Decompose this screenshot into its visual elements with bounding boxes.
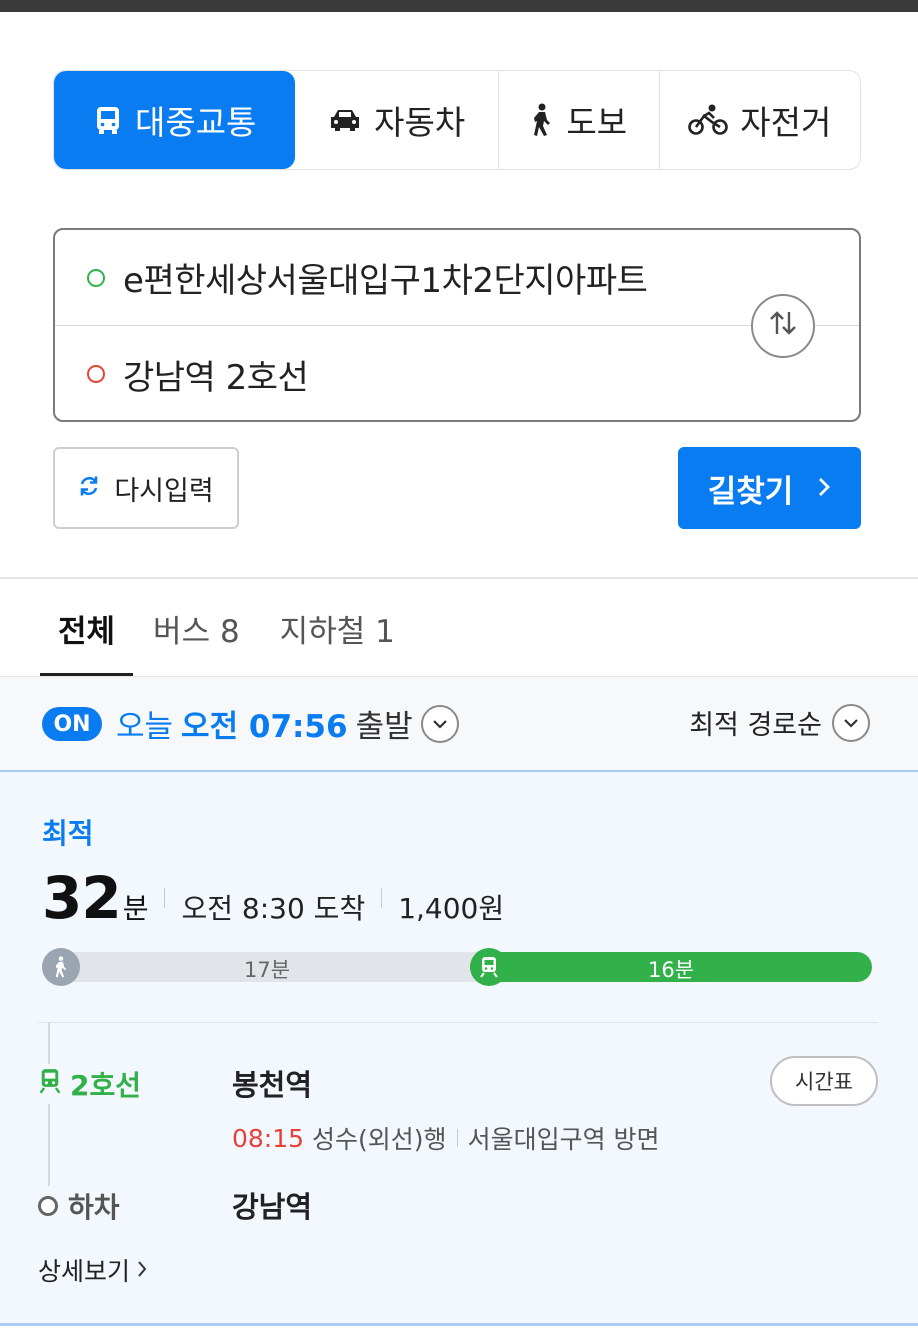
start-location: e편한세상서울대입구1차2단지아파트 — [123, 261, 648, 301]
walk-segment: 17분 — [42, 952, 492, 982]
departure-suffix: 출발 — [355, 709, 413, 745]
detail-label: 상세보기 — [38, 1257, 131, 1286]
separator — [456, 1129, 458, 1147]
separator — [164, 888, 166, 908]
route-input-box: e편한세상서울대입구1차2단지아파트 강남역 2호선 — [53, 228, 861, 422]
subway-duration: 16분 — [647, 958, 695, 982]
find-route-button[interactable]: 길찾기 — [678, 447, 861, 529]
reset-button[interactable]: 다시입력 — [53, 447, 239, 529]
train-towards: 서울대입구역 방면 — [467, 1125, 660, 1154]
tab-label: 대중교통 — [134, 103, 257, 142]
section-divider — [0, 577, 918, 579]
line-name: 2호선 — [70, 1069, 142, 1102]
tab-all[interactable]: 전체 — [40, 598, 134, 676]
departure-filter-bar: ON 오늘 오전 07:56 출발 최적 경로순 — [0, 676, 918, 770]
fare: 1,400원 — [398, 892, 505, 925]
sort-label: 최적 경로순 — [689, 710, 822, 741]
getoff-station: 강남역 — [232, 1190, 313, 1224]
subway-segment: 16분 — [470, 952, 872, 982]
arrival-time: 오전 8:30 도착 — [181, 892, 366, 925]
total-minutes: 32 — [42, 864, 122, 932]
card-divider — [38, 1022, 878, 1023]
tab-walk[interactable]: 도보 — [499, 71, 660, 169]
tab-car[interactable]: 자동차 — [295, 71, 499, 169]
walk-icon — [42, 948, 80, 986]
tab-subway[interactable]: 지하철 1 — [260, 598, 415, 676]
getoff-label-row: 하차 — [38, 1186, 120, 1226]
chevron-down-icon — [832, 703, 870, 742]
bicycle-icon — [688, 104, 729, 136]
best-route-badge: 최적 — [42, 817, 94, 850]
minutes-unit: 분 — [122, 892, 149, 925]
route-timeline: 17분 16분 — [42, 948, 872, 986]
chevron-down-icon — [420, 704, 459, 743]
destination-location: 강남역 2호선 — [123, 357, 309, 398]
walk-icon — [530, 103, 554, 137]
route-result-card[interactable]: 최적 32 분 오전 8:30 도착 1,400원 17분 16분 2호선 봉천… — [0, 770, 918, 1326]
tab-label: 자동차 — [374, 103, 466, 142]
departure-day: 오늘 — [116, 709, 174, 745]
next-train-info: 08:15 성수(외선)행 서울대입구역 방면 — [232, 1120, 660, 1156]
destination-marker-icon — [87, 365, 105, 383]
tab-public-transit[interactable]: 대중교통 — [54, 71, 296, 169]
subway-line-label: 2호선 — [38, 1064, 142, 1104]
tab-bicycle[interactable]: 자전거 — [660, 71, 860, 169]
on-badge: ON — [42, 707, 102, 741]
chevron-right-icon — [136, 1256, 148, 1285]
route-summary: 32 분 오전 8:30 도착 1,400원 — [42, 864, 504, 932]
getoff-label: 하차 — [68, 1191, 120, 1224]
reset-label: 다시입력 — [114, 475, 214, 507]
destination-field[interactable]: 강남역 2호선 — [55, 326, 859, 422]
detail-link[interactable]: 상세보기 — [38, 1252, 148, 1288]
tab-bus[interactable]: 버스 8 — [133, 598, 260, 676]
departure-time: 오전 07:56 — [181, 709, 348, 745]
next-train-time: 08:15 — [232, 1123, 305, 1153]
start-field[interactable]: e편한세상서울대입구1차2단지아파트 — [55, 230, 859, 326]
car-icon — [328, 107, 362, 133]
route-step-connector — [48, 1022, 50, 1198]
separator — [381, 888, 383, 908]
sort-selector[interactable]: 최적 경로순 — [689, 703, 870, 742]
boarding-station: 봉천역 — [232, 1068, 313, 1102]
subway-icon — [470, 948, 508, 986]
find-route-label: 길찾기 — [707, 473, 794, 510]
getoff-marker-icon — [38, 1196, 58, 1216]
start-marker-icon — [87, 268, 105, 287]
walk-duration: 17분 — [243, 958, 291, 982]
subway-icon — [38, 1068, 62, 1101]
refresh-icon — [78, 473, 100, 504]
result-tabs: 전체 버스 8 지하철 1 — [40, 598, 415, 676]
swap-button[interactable] — [751, 294, 815, 358]
bus-icon — [93, 105, 123, 135]
status-bar — [0, 0, 918, 12]
tab-label: 도보 — [566, 103, 628, 142]
timetable-button[interactable]: 시간표 — [770, 1056, 878, 1106]
tab-label: 자전거 — [740, 103, 832, 142]
transport-mode-tabs: 대중교통 자동차 도보 자전거 — [53, 70, 861, 170]
train-direction: 성수(외선)행 — [312, 1125, 447, 1154]
chevron-right-icon — [817, 470, 831, 506]
swap-icon — [766, 308, 800, 345]
departure-time-selector[interactable]: 오늘 오전 07:56 출발 — [116, 701, 459, 746]
